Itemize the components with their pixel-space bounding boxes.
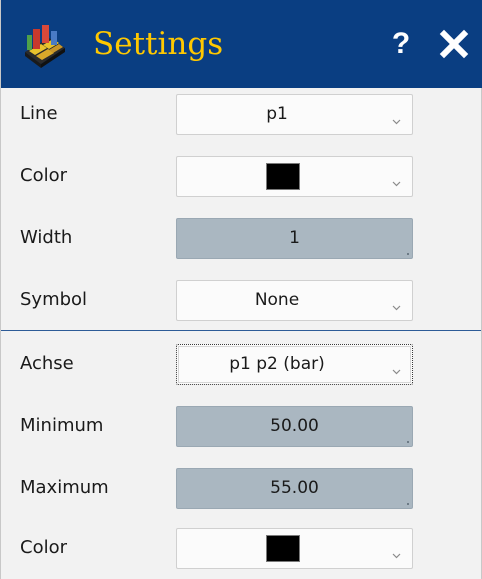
section-divider — [1, 330, 481, 331]
line-color-row: Color — [1, 145, 481, 207]
axis-label: Achse — [20, 353, 74, 374]
axis-select-value: p1 p2 (bar) — [229, 354, 325, 374]
line-color-label: Color — [20, 165, 67, 186]
maximum-row: Maximum 55.00 — [1, 457, 481, 519]
chevron-down-icon — [392, 296, 401, 311]
line-color-select[interactable] — [176, 156, 413, 197]
line-select[interactable]: p1 — [176, 94, 413, 135]
maximum-field[interactable]: 55.00 — [176, 468, 413, 509]
width-label: Width — [20, 227, 73, 248]
width-value: 1 — [289, 228, 300, 248]
line-row: Line p1 — [1, 83, 481, 145]
maximum-label: Maximum — [20, 477, 109, 498]
title-bar: Settings ? — [1, 0, 482, 88]
chevron-down-icon — [392, 110, 401, 125]
minimum-row: Minimum 50.00 — [1, 395, 481, 457]
axis-color-label: Color — [20, 537, 67, 558]
settings-window: Settings ? Line p1 Color Width 1 Symbol … — [0, 0, 482, 579]
resize-grip — [407, 253, 409, 255]
help-button[interactable]: ? — [384, 24, 418, 64]
line-label: Line — [20, 103, 58, 124]
axis-row: Achse p1 p2 (bar) — [1, 333, 481, 395]
axis-color-row: Color — [1, 517, 481, 579]
width-field[interactable]: 1 — [176, 218, 413, 259]
width-row: Width 1 — [1, 207, 481, 269]
symbol-row: Symbol None — [1, 269, 481, 331]
line-select-value: p1 — [266, 104, 288, 124]
line-color-swatch — [266, 163, 300, 190]
resize-grip — [407, 441, 409, 443]
symbol-label: Symbol — [20, 289, 88, 310]
close-icon[interactable] — [436, 26, 472, 62]
symbol-select-value: None — [254, 290, 300, 310]
minimum-value: 50.00 — [270, 416, 319, 436]
axis-select[interactable]: p1 p2 (bar) — [176, 344, 413, 385]
axis-color-swatch — [266, 535, 300, 562]
maximum-value: 55.00 — [270, 478, 319, 498]
axis-color-select[interactable] — [176, 528, 413, 569]
window-title: Settings — [93, 26, 224, 62]
resize-grip — [407, 503, 409, 505]
chevron-down-icon — [392, 544, 401, 559]
chart-grid-icon — [19, 22, 69, 68]
symbol-select[interactable]: None — [176, 280, 413, 321]
minimum-label: Minimum — [20, 415, 104, 436]
chevron-down-icon — [392, 360, 401, 375]
minimum-field[interactable]: 50.00 — [176, 406, 413, 447]
chevron-down-icon — [392, 172, 401, 187]
